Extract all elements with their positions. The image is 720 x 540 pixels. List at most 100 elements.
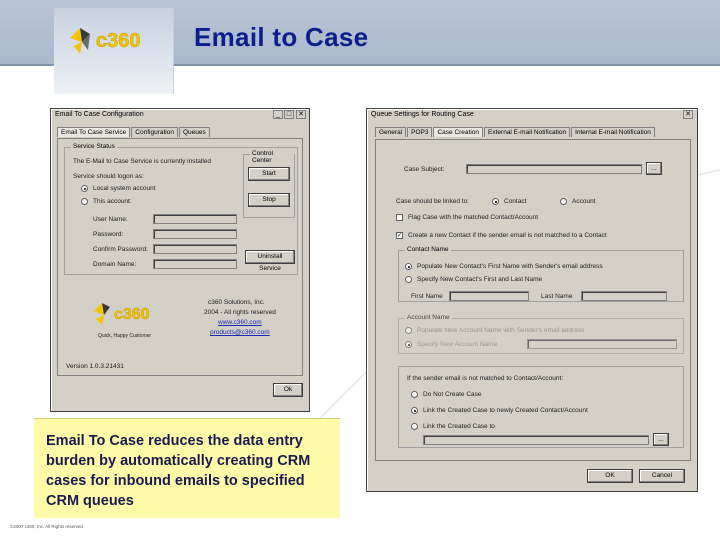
linked-to-label: Case should be linked to:: [396, 198, 469, 205]
confirm-password-label: Confirm Password:: [93, 246, 148, 253]
case-subject-input[interactable]: [466, 164, 642, 174]
contact-name-group: Contact Name Populate New Contact's Firs…: [398, 246, 684, 302]
tab-internal-email[interactable]: Internal E-mail Notification: [571, 127, 655, 137]
svg-text:c360: c360: [114, 306, 150, 323]
create-contact-label: Create a new Contact if the sender email…: [408, 232, 607, 239]
stop-button[interactable]: Stop: [248, 193, 290, 207]
page-title: Email to Case: [194, 22, 369, 52]
radio-contact[interactable]: [492, 198, 499, 205]
confirm-password-input[interactable]: [153, 244, 237, 254]
footer-text: ©2007 c360, Inc. All Rights reserved.: [10, 524, 85, 529]
last-name-input[interactable]: [581, 291, 667, 301]
window-title: Email To Case Configuration: [55, 111, 144, 118]
copyright-text: 2004 - All rights reserved: [204, 309, 276, 316]
caption-text: Email To Case reduces the data entry bur…: [46, 433, 311, 509]
domain-name-label: Domain Name:: [93, 261, 137, 268]
window-title-bar: Queue Settings for Routing Case ✕: [367, 109, 697, 121]
case-creation-panel: Case Subject: ... Case should be linked …: [375, 139, 691, 461]
status-text: The E-Mail to Case Service is currently …: [73, 158, 211, 165]
email-link[interactable]: products@c360.com: [210, 329, 270, 336]
case-subject-browse-button[interactable]: ...: [646, 162, 662, 175]
tab-service[interactable]: Email To Case Service: [57, 127, 131, 137]
radio-populate-account[interactable]: [405, 327, 412, 334]
company-name: c360 Solutions, Inc.: [208, 299, 265, 306]
link-to-label: Link the Created Case to: [423, 423, 495, 430]
link-to-browse-button[interactable]: ...: [653, 433, 669, 446]
do-not-create-label: Do Not Create Case: [423, 391, 482, 398]
radio-link-to[interactable]: [411, 423, 418, 430]
radio-link-created[interactable]: [411, 407, 418, 414]
minimize-button[interactable]: _: [273, 110, 283, 119]
svg-text:c360: c360: [96, 30, 141, 52]
queue-settings-window: Queue Settings for Routing Case ✕ Genera…: [366, 108, 698, 492]
maximize-button[interactable]: □: [284, 110, 294, 119]
group-label: Contact Name: [405, 246, 451, 253]
logon-label: Service should logon as:: [73, 173, 144, 180]
create-contact-checkbox[interactable]: ✓: [396, 232, 403, 239]
radio-this-account[interactable]: [81, 198, 88, 205]
radio-specify-contact[interactable]: [405, 276, 412, 283]
account-name-group: Account Name Populate New Account Name w…: [398, 314, 684, 354]
flag-case-label: Flag Case with the matched Contact/Accou…: [408, 214, 539, 221]
last-name-label: Last Name: [541, 293, 573, 300]
radio-contact-label: Contact: [504, 198, 527, 205]
domain-name-input[interactable]: [153, 259, 237, 269]
radio-account[interactable]: [560, 198, 567, 205]
service-status-group: Service Status The E-Mail to Case Servic…: [64, 143, 298, 275]
link-to-input[interactable]: [423, 435, 649, 445]
password-label: Password:: [93, 231, 124, 238]
control-center-group: Control Center Start Stop: [243, 150, 295, 218]
specify-account-label: Specify New Account Name: [417, 341, 498, 348]
not-matched-group: If the sender email is not matched to Co…: [398, 366, 684, 448]
version-text: Version 1.0.3.21431: [66, 363, 124, 370]
radio-do-not-create[interactable]: [411, 391, 418, 398]
ok-button[interactable]: OK: [587, 469, 633, 483]
radio-specify-account[interactable]: [405, 341, 412, 348]
window-title: Queue Settings for Routing Case: [371, 111, 474, 118]
website-link[interactable]: www.c360.com: [218, 319, 262, 326]
email-to-case-config-window: Email To Case Configuration _ □ ✕ Email …: [50, 108, 310, 412]
radio-account-label: Account: [572, 198, 596, 205]
tab-pop3[interactable]: POP3: [407, 127, 433, 137]
close-button[interactable]: ✕: [296, 110, 306, 119]
tab-case-creation[interactable]: Case Creation: [433, 127, 484, 137]
uninstall-service-button[interactable]: Uninstall Service: [245, 250, 295, 272]
c360-logo: c360: [70, 28, 141, 54]
link-created-label: Link the Created Case to newly Created C…: [423, 407, 588, 414]
user-name-input[interactable]: [153, 214, 237, 224]
start-button[interactable]: Start: [248, 167, 290, 181]
c360-logo-small: c360: [94, 303, 150, 325]
logo-subtitle: Quick, Happy Customer: [98, 333, 152, 339]
first-name-input[interactable]: [449, 291, 529, 301]
password-input[interactable]: [153, 229, 237, 239]
close-button[interactable]: ✕: [683, 110, 693, 119]
tab-queues[interactable]: Queues: [178, 127, 210, 137]
populate-contact-label: Populate New Contact's First Name with S…: [417, 263, 603, 270]
tab-general[interactable]: General: [375, 127, 407, 137]
radio-local-label: Local system account: [93, 185, 156, 192]
group-label: Control Center: [250, 150, 294, 164]
tab-bar: Email To Case Service Configuration Queu…: [57, 127, 211, 137]
service-tab-panel: Service Status The E-Mail to Case Servic…: [57, 138, 303, 376]
radio-local-system[interactable]: [81, 185, 88, 192]
tab-bar: General POP3 Case Creation External E-ma…: [375, 127, 656, 137]
group-label: Account Name: [405, 314, 452, 321]
flag-case-checkbox[interactable]: [396, 214, 403, 221]
case-subject-label: Case Subject:: [404, 166, 445, 173]
populate-account-label: Populate New Account Name with Sender's …: [417, 327, 585, 334]
first-name-label: First Name: [411, 293, 443, 300]
radio-populate-contact[interactable]: [405, 263, 412, 270]
group-label: Service Status: [71, 143, 117, 150]
slide: c360 Email to Case Email To Case Configu…: [0, 0, 720, 540]
user-name-label: User Name:: [93, 216, 128, 223]
tab-configuration[interactable]: Configuration: [131, 127, 178, 137]
account-name-input[interactable]: [527, 339, 677, 349]
radio-this-label: This account:: [93, 198, 132, 205]
not-matched-label: If the sender email is not matched to Co…: [407, 375, 564, 382]
ok-button[interactable]: Ok: [273, 383, 303, 397]
cancel-button[interactable]: Cancel: [639, 469, 685, 483]
tab-external-email[interactable]: External E-mail Notification: [484, 127, 571, 137]
caption-box: Email To Case reduces the data entry bur…: [34, 418, 340, 518]
specify-contact-label: Specify New Contact's First and Last Nam…: [417, 276, 543, 283]
window-title-bar: Email To Case Configuration _ □ ✕: [51, 109, 309, 121]
